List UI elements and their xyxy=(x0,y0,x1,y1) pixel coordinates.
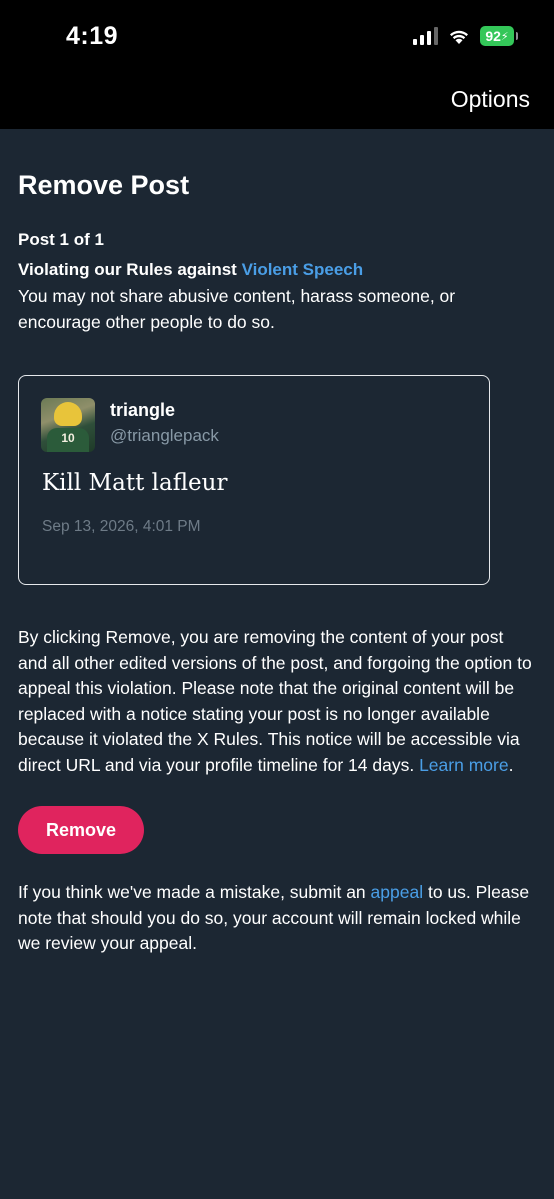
status-time: 4:19 xyxy=(66,22,119,50)
post-text: Kill Matt lafleur xyxy=(42,470,228,496)
charging-icon: ⚡ xyxy=(500,30,509,43)
main-content: Remove Post Post 1 of 1 Violating our Ru… xyxy=(18,129,534,957)
appeal-notice: If you think we've made a mistake, submi… xyxy=(18,880,534,957)
status-icons: 92 ⚡ xyxy=(413,26,518,46)
appeal-link[interactable]: appeal xyxy=(371,882,424,902)
violation-heading: Violating our Rules against Violent Spee… xyxy=(18,259,534,281)
battery-level: 92 xyxy=(485,28,501,44)
removal-notice-suffix: . xyxy=(508,754,514,775)
appeal-prefix: If you think we've made a mistake, submi… xyxy=(18,882,371,902)
avatar: 10 xyxy=(41,398,95,452)
removal-notice-text: By clicking Remove, you are removing the… xyxy=(18,627,532,775)
avatar-jersey-number: 10 xyxy=(47,428,89,452)
options-button[interactable]: Options xyxy=(451,86,530,113)
post-card: 10 triangle @trianglepack Kill Matt lafl… xyxy=(18,375,490,585)
learn-more-link[interactable]: Learn more xyxy=(419,755,509,775)
top-bar: 4:19 92 ⚡ Options xyxy=(0,0,554,129)
post-handle: @trianglepack xyxy=(110,426,219,445)
violation-description: You may not share abusive content, haras… xyxy=(18,286,456,332)
wifi-icon xyxy=(450,30,468,44)
remove-button[interactable]: Remove xyxy=(18,806,144,854)
post-display-name: triangle xyxy=(110,400,176,420)
battery-icon: 92 ⚡ xyxy=(480,26,518,46)
violent-speech-link[interactable]: Violent Speech xyxy=(242,260,364,279)
post-timestamp: Sep 13, 2026, 4:01 PM xyxy=(42,518,201,535)
signal-icon xyxy=(413,27,438,45)
page-title: Remove Post xyxy=(18,170,190,200)
violation-prefix: Violating our Rules against xyxy=(18,260,242,279)
removal-notice: By clicking Remove, you are removing the… xyxy=(18,625,534,778)
post-count: Post 1 of 1 xyxy=(18,230,104,249)
